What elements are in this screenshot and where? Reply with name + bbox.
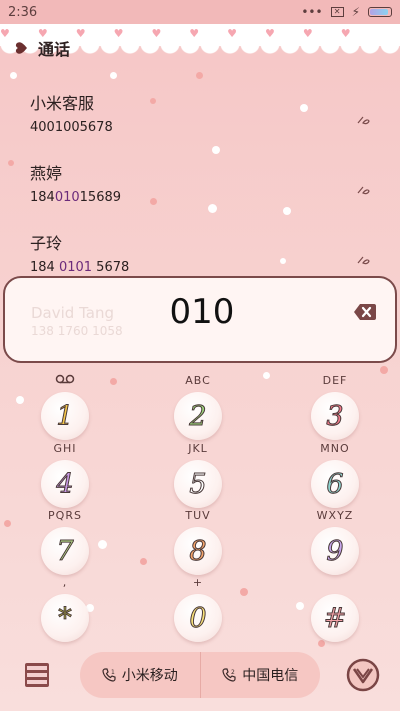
key-digit: 6 bbox=[311, 460, 359, 508]
dial-input-box[interactable]: David Tang 138 1760 1058 010 bbox=[3, 276, 397, 363]
decor-dot bbox=[240, 588, 248, 596]
key-digit: 7 bbox=[41, 527, 89, 575]
key-letters: GHI bbox=[53, 442, 77, 455]
sim2-label: 中国电信 bbox=[242, 668, 299, 684]
sim1-label: 小米移动 bbox=[121, 668, 178, 684]
backspace-icon[interactable] bbox=[353, 302, 377, 322]
key-letters: PQRS bbox=[48, 509, 82, 522]
decor-dot bbox=[140, 558, 147, 565]
decor-dot bbox=[110, 72, 117, 79]
call-detail-icon[interactable] bbox=[356, 254, 370, 266]
decor-dot bbox=[263, 372, 270, 379]
decor-dot bbox=[196, 72, 203, 79]
recent-call-item[interactable]: 子玲 184 0101 5678 bbox=[30, 230, 370, 275]
key-letters bbox=[300, 576, 370, 590]
key-digit: 3 bbox=[311, 392, 359, 440]
status-time: 2:36 bbox=[8, 4, 38, 20]
key-letters: JKL bbox=[188, 442, 208, 455]
key-2[interactable]: ABC 2 bbox=[163, 374, 233, 440]
key-5[interactable]: JKL 5 bbox=[163, 442, 233, 508]
contact-name: 小米客服 bbox=[30, 94, 95, 113]
key-digit: # bbox=[311, 594, 359, 642]
key-9[interactable]: WXYZ 9 bbox=[300, 509, 370, 575]
decor-dot bbox=[16, 396, 24, 404]
decor-dot bbox=[208, 204, 217, 213]
key-letters: TUV bbox=[185, 509, 211, 522]
status-bar: 2:36 ••• ✕ ⚡ bbox=[0, 0, 400, 24]
key-letters: WXYZ bbox=[316, 509, 354, 522]
decor-dot bbox=[4, 520, 11, 527]
decor-dot bbox=[10, 72, 17, 79]
svg-text:1: 1 bbox=[111, 669, 115, 676]
header: 通话 bbox=[14, 36, 70, 60]
menu-icon[interactable] bbox=[24, 662, 50, 688]
call-sim2-button[interactable]: 2 中国电信 bbox=[199, 652, 321, 698]
key-letters: , bbox=[62, 576, 68, 589]
charging-icon: ⚡ bbox=[351, 5, 360, 19]
contact-number: 184 0101 5678 bbox=[30, 260, 130, 275]
contact-number: 4001005678 bbox=[30, 120, 113, 135]
recent-call-item[interactable]: 燕婷 18401015689 bbox=[30, 160, 370, 205]
key-4[interactable]: GHI 4 bbox=[30, 442, 100, 508]
recent-call-item[interactable]: 小米客服 4001005678 bbox=[30, 90, 370, 135]
phone-sim1-icon: 1 bbox=[102, 668, 116, 682]
key-digit: 1 bbox=[41, 392, 89, 440]
more-icon: ••• bbox=[301, 5, 323, 19]
decor-dot bbox=[380, 366, 388, 374]
page-title: 通话 bbox=[38, 40, 71, 59]
back-heart-icon[interactable] bbox=[14, 41, 28, 55]
key-digit: 2 bbox=[174, 392, 222, 440]
call-sim1-button[interactable]: 1 小米移动 bbox=[80, 652, 200, 698]
decor-dot bbox=[110, 378, 117, 385]
key-digit: 8 bbox=[174, 527, 222, 575]
key-3[interactable]: DEF 3 bbox=[300, 374, 370, 440]
status-icons: ••• ✕ ⚡ bbox=[301, 5, 392, 19]
key-8[interactable]: TUV 8 bbox=[163, 509, 233, 575]
key-1[interactable]: 1 bbox=[30, 374, 100, 440]
key-digit: 0 bbox=[174, 594, 222, 642]
phone-sim2-icon: 2 bbox=[222, 668, 236, 682]
key-hash[interactable]: # bbox=[300, 576, 370, 642]
contact-name: 燕婷 bbox=[30, 164, 63, 183]
key-digit: * bbox=[41, 594, 89, 642]
key-star[interactable]: , * bbox=[30, 576, 100, 642]
sim-selector: 1 小米移动 2 中国电信 bbox=[80, 652, 320, 698]
bottom-bar: 1 小米移动 2 中国电信 bbox=[0, 650, 400, 700]
key-digit: 5 bbox=[174, 460, 222, 508]
battery-icon bbox=[368, 7, 392, 17]
key-6[interactable]: MNO 6 bbox=[300, 442, 370, 508]
voicemail-icon bbox=[30, 374, 100, 388]
decor-dot bbox=[212, 146, 220, 154]
decor-dot bbox=[8, 160, 14, 166]
call-detail-icon[interactable] bbox=[356, 184, 370, 196]
key-digit: 9 bbox=[311, 527, 359, 575]
hide-dialpad-icon[interactable] bbox=[346, 658, 380, 692]
contact-number: 18401015689 bbox=[30, 190, 122, 205]
sim-off-icon: ✕ bbox=[330, 7, 344, 17]
key-letters: + bbox=[192, 576, 204, 589]
key-letters: MNO bbox=[320, 442, 350, 455]
key-letters: ABC bbox=[185, 374, 211, 387]
decor-dot bbox=[283, 207, 291, 215]
svg-text:2: 2 bbox=[231, 669, 235, 676]
key-digit: 4 bbox=[41, 460, 89, 508]
dialed-digits: 010 bbox=[169, 292, 235, 332]
contact-name: 子玲 bbox=[30, 234, 63, 253]
call-detail-icon[interactable] bbox=[356, 114, 370, 126]
key-0[interactable]: + 0 bbox=[163, 576, 233, 642]
key-letters: DEF bbox=[322, 374, 348, 387]
key-7[interactable]: PQRS 7 bbox=[30, 509, 100, 575]
